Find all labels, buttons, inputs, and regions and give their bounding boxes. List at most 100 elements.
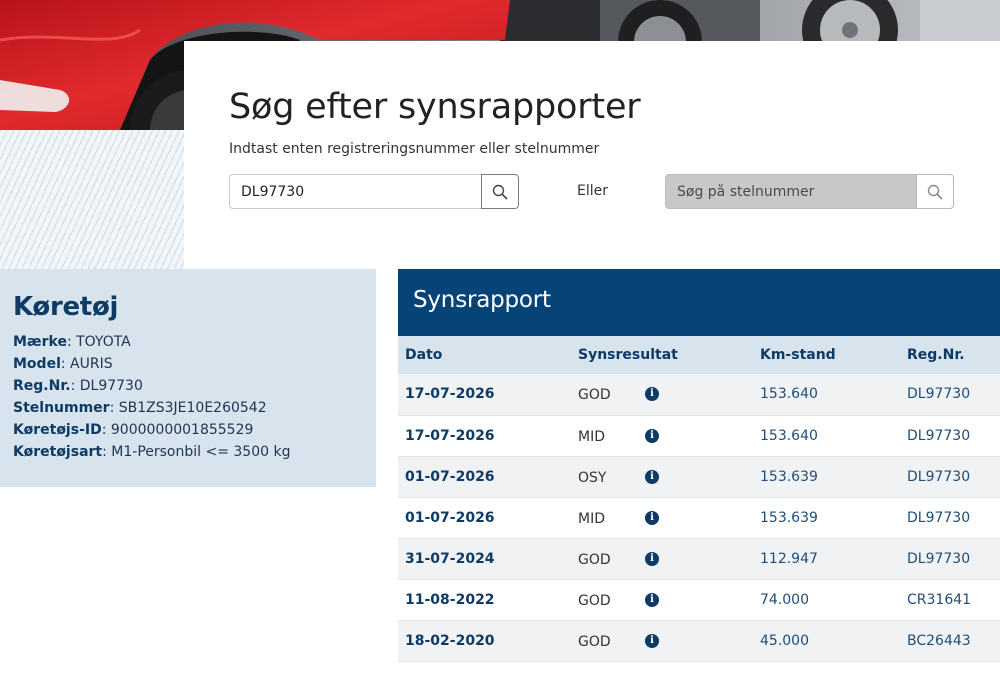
vehicle-field-value: AURIS	[70, 356, 113, 372]
mileage: 45.000	[753, 620, 900, 662]
registration-number: DL97730	[900, 497, 1000, 539]
vehicle-field-label: Køretøjsart	[13, 444, 103, 460]
vehicle-field-label: Mærke	[13, 334, 67, 350]
info-icon[interactable]: i	[645, 428, 659, 443]
inspection-result: GOD	[578, 592, 611, 609]
registration-number: DL97730	[900, 538, 1000, 580]
registration-number: BC26443	[900, 620, 1000, 662]
page-title: Søg efter synsrapporter	[229, 87, 641, 127]
info-icon[interactable]: i	[645, 469, 659, 484]
registration-number-input[interactable]	[229, 174, 481, 209]
info-icon[interactable]: i	[645, 633, 659, 648]
vehicle-field-value: M1-Personbil <= 3500 kg	[111, 444, 291, 460]
inspection-result: OSY	[578, 469, 607, 486]
table-row[interactable]: 01-07-2026 OSY i 153.639 DL97730	[398, 456, 1000, 498]
inspection-result: MID	[578, 428, 605, 445]
search-icon	[492, 184, 508, 199]
inspection-date: 11-08-2022	[398, 579, 571, 621]
page-subtitle: Indtast enten registreringsnummer eller …	[229, 141, 600, 157]
inspection-result: GOD	[578, 633, 611, 650]
label-separator: :	[101, 422, 111, 438]
table-row[interactable]: 11-08-2022 GOD i 74.000 CR31641	[398, 579, 1000, 621]
inspection-result: MID	[578, 510, 605, 527]
result-wrapper: MID i	[578, 427, 753, 445]
vehicle-field-label: Model	[13, 356, 61, 372]
table-row[interactable]: 17-07-2026 GOD i 153.640 DL97730	[398, 374, 1000, 416]
info-icon[interactable]: i	[645, 592, 659, 607]
inspection-date: 17-07-2026	[398, 415, 571, 457]
column-header-km: Km-stand	[753, 336, 900, 374]
vehicle-field: Stelnummer: SB1ZS3JE10E260542	[13, 397, 376, 419]
inspection-result-cell: GOD i	[571, 374, 753, 416]
registration-number: CR31641	[900, 579, 1000, 621]
vehicle-field: Mærke: TOYOTA	[13, 331, 376, 353]
vin-input[interactable]	[665, 174, 916, 209]
inspection-result-cell: GOD i	[571, 538, 753, 580]
registration-search-button[interactable]	[481, 174, 519, 209]
column-header-reg: Reg.Nr.	[900, 336, 1000, 374]
vehicle-field: Køretøjs-ID: 9000000001855529	[13, 419, 376, 441]
result-wrapper: GOD i	[578, 632, 753, 650]
label-separator: :	[70, 378, 80, 394]
search-icon	[927, 184, 943, 199]
table-row[interactable]: 01-07-2026 MID i 153.639 DL97730	[398, 497, 1000, 539]
report-table: Dato Synsresultat Km-stand Reg.Nr. 17-07…	[398, 336, 1000, 662]
registration-number: DL97730	[900, 456, 1000, 498]
inspection-result-cell: MID i	[571, 497, 753, 539]
vehicle-title: Køretøj	[13, 292, 119, 322]
label-separator: :	[109, 400, 119, 416]
vehicle-field-label: Reg.Nr.	[13, 378, 71, 394]
vin-search-group	[665, 174, 954, 209]
mileage: 153.639	[753, 456, 900, 498]
result-wrapper: GOD i	[578, 385, 753, 403]
mileage: 153.640	[753, 374, 900, 416]
inspection-date: 01-07-2026	[398, 497, 571, 539]
info-icon[interactable]: i	[645, 510, 659, 525]
vehicle-field-value: SB1ZS3JE10E260542	[118, 400, 267, 416]
vehicle-field-value: TOYOTA	[76, 334, 131, 350]
table-row[interactable]: 18-02-2020 GOD i 45.000 BC26443	[398, 620, 1000, 662]
column-header-date: Dato	[398, 336, 571, 374]
result-wrapper: GOD i	[578, 550, 753, 568]
mileage: 153.639	[753, 497, 900, 539]
result-wrapper: OSY i	[578, 468, 753, 486]
registration-search-group	[229, 174, 519, 209]
registration-number: DL97730	[900, 415, 1000, 457]
vehicle-field: Køretøjsart: M1-Personbil <= 3500 kg	[13, 441, 376, 463]
mileage: 112.947	[753, 538, 900, 580]
table-header-row: Dato Synsresultat Km-stand Reg.Nr.	[398, 336, 1000, 374]
vehicle-panel: Køretøj Mærke: TOYOTA Model: AURIS Reg.Nr.…	[0, 269, 376, 487]
inspection-report: Synsrapport Dato Synsresultat Km-stand R…	[398, 269, 1000, 662]
vehicle-field-label: Køretøjs-ID	[13, 422, 102, 438]
vehicle-field-value: DL97730	[79, 378, 143, 394]
registration-number: DL97730	[900, 374, 1000, 416]
pattern-background	[0, 130, 184, 270]
inspection-date: 31-07-2024	[398, 538, 571, 580]
search-card: Søg efter synsrapporter Indtast enten re…	[184, 41, 1000, 269]
label-separator: :	[102, 444, 112, 460]
info-icon[interactable]: i	[645, 387, 659, 402]
label-separator: :	[66, 334, 77, 350]
table-row[interactable]: 17-07-2026 MID i 153.640 DL97730	[398, 415, 1000, 457]
label-separator: :	[60, 356, 71, 372]
inspection-result-cell: GOD i	[571, 620, 753, 662]
vehicle-field-value: 9000000001855529	[110, 422, 254, 438]
info-icon[interactable]: i	[645, 551, 659, 566]
inspection-result: GOD	[578, 551, 611, 568]
vehicle-details: Mærke: TOYOTA Model: AURIS Reg.Nr.: DL9773…	[13, 331, 376, 463]
table-row[interactable]: 31-07-2024 GOD i 112.947 DL97730	[398, 538, 1000, 580]
vehicle-field: Model: AURIS	[13, 353, 376, 375]
mileage: 153.640	[753, 415, 900, 457]
inspection-date: 01-07-2026	[398, 456, 571, 498]
report-title: Synsrapport	[398, 269, 1000, 336]
vehicle-field-label: Stelnummer	[13, 400, 110, 416]
result-wrapper: MID i	[578, 509, 753, 527]
vin-search-button[interactable]	[916, 174, 954, 209]
inspection-date: 17-07-2026	[398, 374, 571, 416]
inspection-result-cell: GOD i	[571, 579, 753, 621]
inspection-result: GOD	[578, 387, 611, 404]
or-label: Eller	[577, 183, 608, 199]
inspection-result-cell: MID i	[571, 415, 753, 457]
inspection-date: 18-02-2020	[398, 620, 571, 662]
mileage: 74.000	[753, 579, 900, 621]
